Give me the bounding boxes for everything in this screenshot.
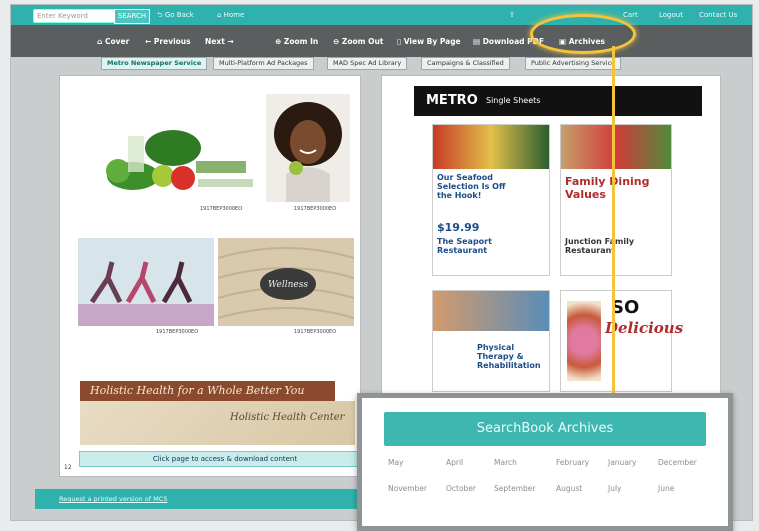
back-arrow-icon: ⮌	[157, 11, 165, 19]
month-december[interactable]: December	[658, 458, 697, 467]
page-number: 12	[64, 464, 72, 471]
previous-button[interactable]: ← Previous	[145, 37, 191, 46]
image-code: 1917BEP3000EO	[156, 329, 199, 335]
next-button[interactable]: Next →	[205, 37, 234, 46]
vegetables-image	[106, 130, 253, 190]
top-bar: Enter Keyword SEARCH ⮌ Go Back ⌂ Home ⇪ …	[11, 5, 752, 25]
zoom-in-icon: ⊕	[275, 37, 284, 46]
share-icon[interactable]: ⇪	[509, 11, 515, 19]
month-july[interactable]: July	[608, 484, 622, 493]
image-code: 1917BEP3000EO	[294, 329, 337, 335]
physical-therapy-headline: Physical Therapy & Rehabilitation	[477, 343, 541, 370]
zoom-out-button[interactable]: ⊖ Zoom Out	[333, 37, 383, 46]
left-page[interactable]: 1917BEP3000EO 1917BEP3000EO Wellness 191…	[59, 75, 361, 477]
tab-public-advertising[interactable]: Public Advertising Service	[525, 57, 622, 70]
home-icon: ⌂	[217, 11, 224, 19]
month-february[interactable]: February	[556, 458, 589, 467]
seaport-restaurant: The Seaport Restaurant	[437, 237, 492, 255]
month-june[interactable]: June	[658, 484, 674, 493]
search-button[interactable]: SEARCH	[114, 9, 150, 24]
tab-metro-newspaper-service[interactable]: Metro Newspaper Service	[101, 57, 208, 70]
delicious-ad: SO Delicious	[560, 290, 683, 392]
month-may[interactable]: May	[388, 458, 404, 467]
therapy-photo	[433, 291, 549, 331]
zoom-out-label: Zoom Out	[341, 37, 384, 46]
wellness-text: Wellness	[268, 280, 308, 290]
pdf-icon: ▤	[473, 37, 483, 46]
archives-popup: SearchBook Archives May April March Febr…	[357, 393, 733, 531]
viewer-toolbar: ⌂ Cover ← Previous Next → ⊕ Zoom In ⊖ Zo…	[11, 25, 752, 57]
cover-icon: ⌂	[97, 37, 105, 46]
view-by-page-label: View By Page	[403, 37, 461, 46]
zoom-in-label: Zoom In	[283, 37, 319, 46]
seafood-ad: Our Seafood Selection Is Off the Hook! $…	[432, 124, 550, 276]
delicious-text: Delicious	[605, 319, 684, 337]
metro-header: METRO Single Sheets	[414, 86, 702, 116]
image-code: 1917BEP3000EO	[294, 206, 337, 212]
wellness-stone-image: Wellness	[218, 238, 354, 326]
month-march[interactable]: March	[494, 458, 517, 467]
holistic-health-banner: Holistic Health for a Whole Better You	[80, 381, 335, 401]
cart-link[interactable]: Cart	[623, 11, 638, 19]
footer-bar: Request a printed version of MCS	[35, 489, 375, 509]
contact-link[interactable]: Contact Us	[699, 11, 737, 19]
donuts-photo	[567, 301, 601, 381]
next-label: Next	[205, 37, 225, 46]
holistic-sand-background	[80, 401, 355, 445]
seafood-headline: Our Seafood Selection Is Off the Hook!	[437, 173, 506, 200]
home-label: Home	[223, 11, 245, 19]
seafood-photo	[433, 125, 549, 169]
searchbook-archives-title: SearchBook Archives	[384, 412, 706, 446]
holistic-health-center-name: Holistic Health Center	[230, 412, 345, 423]
month-april[interactable]: April	[446, 458, 463, 467]
family-food-photo	[561, 125, 671, 169]
physical-therapy-ad: Physical Therapy & Rehabilitation	[432, 290, 550, 392]
month-august[interactable]: August	[556, 484, 582, 493]
zoom-in-button[interactable]: ⊕ Zoom In	[275, 37, 318, 46]
cover-button[interactable]: ⌂ Cover	[97, 37, 129, 46]
arrow-left-icon: ←	[145, 37, 154, 46]
so-text: SO	[611, 297, 640, 318]
go-back-link[interactable]: ⮌ Go Back	[157, 11, 194, 22]
category-tabs: Metro Newspaper Service Multi-Platform A…	[11, 57, 752, 70]
right-page[interactable]: METRO Single Sheets Our Seafood Selectio…	[381, 75, 721, 397]
logout-link[interactable]: Logout	[659, 11, 683, 19]
yoga-class-image	[78, 238, 214, 326]
callout-line	[612, 46, 615, 400]
view-by-page-button[interactable]: ▯ View By Page	[397, 37, 461, 46]
seafood-price: $19.99	[437, 221, 480, 234]
tab-mad-spec[interactable]: MAD Spec Ad Library	[327, 57, 408, 70]
month-november[interactable]: November	[388, 484, 427, 493]
tab-campaigns[interactable]: Campaigns & Classified	[421, 57, 510, 70]
month-january[interactable]: January	[608, 458, 636, 467]
previous-label: Previous	[153, 37, 191, 46]
access-download-bar[interactable]: Click page to access & download content	[79, 451, 371, 467]
pages-icon: ▯	[397, 37, 404, 46]
family-dining-ad: Family Dining Values Junction Family Res…	[560, 124, 672, 276]
month-september[interactable]: September	[494, 484, 535, 493]
zoom-out-icon: ⊖	[333, 37, 342, 46]
tab-multi-platform[interactable]: Multi-Platform Ad Packages	[213, 57, 314, 70]
month-october[interactable]: October	[446, 484, 476, 493]
home-link[interactable]: ⌂ Home	[217, 11, 244, 19]
woman-photo	[266, 94, 350, 202]
single-sheets-title: Single Sheets	[486, 96, 541, 105]
archives-highlight	[530, 14, 636, 54]
image-code: 1917BEP3000EO	[200, 206, 243, 212]
family-headline: Family Dining Values	[565, 175, 650, 201]
cover-label: Cover	[104, 37, 130, 46]
request-print-link[interactable]: Request a printed version of MCS	[59, 495, 167, 503]
arrow-right-icon: →	[224, 37, 234, 46]
junction-restaurant: Junction Family Restaurant	[565, 237, 635, 255]
metro-logo: METRO	[426, 93, 478, 108]
go-back-label: Go Back	[164, 11, 194, 19]
